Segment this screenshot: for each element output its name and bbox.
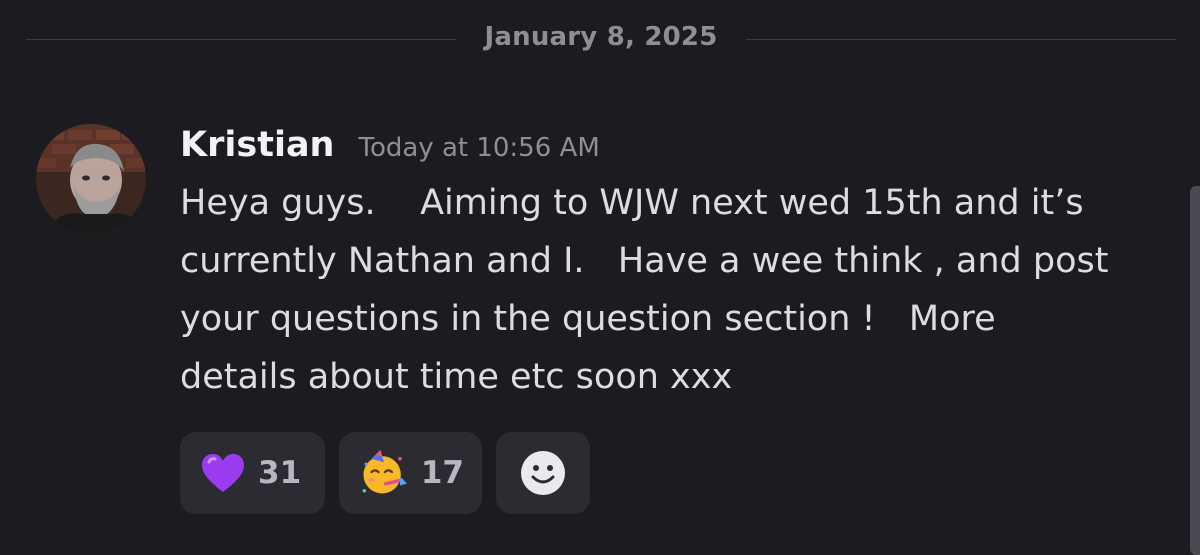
message-header: Kristian Today at 10:56 AM xyxy=(180,118,1170,172)
date-divider: January 8, 2025 xyxy=(26,18,1176,62)
add-reaction-button[interactable] xyxy=(496,432,590,514)
chat-view: January 8, 2025 Kristian Today at 10:56 … xyxy=(0,0,1200,555)
message-content: Heya guys. Aiming to WJW next wed 15th a… xyxy=(180,183,1109,397)
author-name[interactable]: Kristian xyxy=(180,118,334,172)
avatar-photo xyxy=(36,124,146,234)
avatar[interactable] xyxy=(36,124,146,234)
divider-line-right xyxy=(746,39,1176,40)
scrollbar[interactable] xyxy=(1190,186,1200,555)
message[interactable]: Kristian Today at 10:56 AM Heya guys. Ai… xyxy=(180,118,1170,406)
purple-heart-icon xyxy=(202,454,244,492)
message-timestamp: Today at 10:56 AM xyxy=(358,133,600,163)
partying-face-icon xyxy=(362,449,408,494)
reaction-purple-heart[interactable]: 31 xyxy=(180,432,325,514)
smiley-add-reaction-icon xyxy=(521,451,565,495)
divider-date: January 8, 2025 xyxy=(484,22,718,52)
reactions-bar: 31 17 xyxy=(180,432,590,514)
reaction-count: 31 xyxy=(258,455,302,491)
reaction-count: 17 xyxy=(420,455,464,491)
reaction-partying-face[interactable]: 17 xyxy=(339,432,482,514)
